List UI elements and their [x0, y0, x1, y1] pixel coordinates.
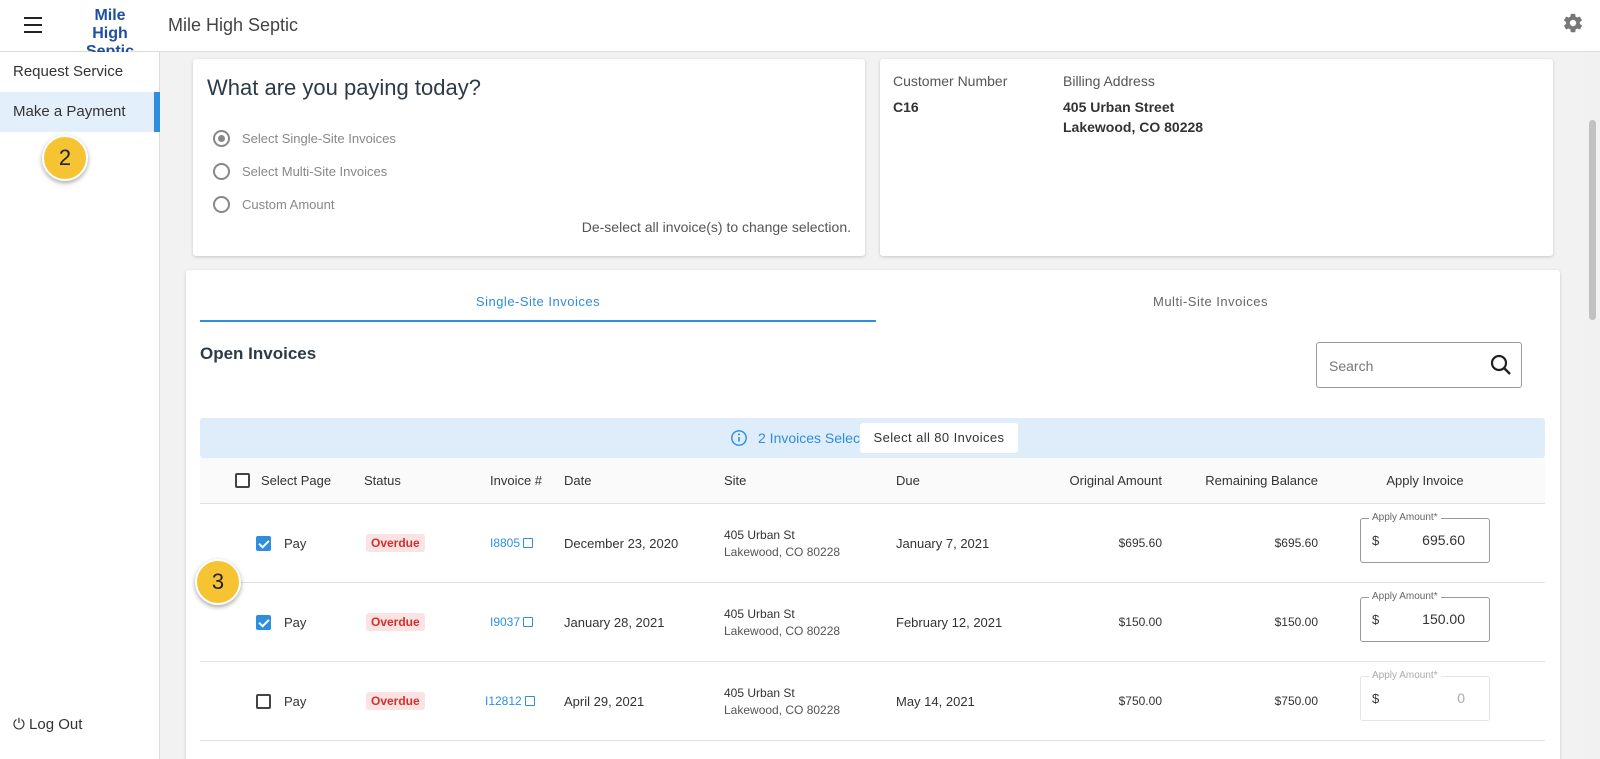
invoice-link[interactable]: I12812 — [485, 694, 535, 708]
invoice-site: 405 Urban St Lakewood, CO 80228 — [724, 528, 841, 559]
column-original-amount: Original Amount — [1069, 473, 1163, 488]
remaining-balance: $695.60 — [1274, 536, 1318, 550]
table-header: Select Page Status Invoice # Date Site D… — [200, 458, 1545, 504]
pay-label: Pay — [284, 615, 307, 630]
column-apply-invoice: Apply Invoice — [1386, 473, 1464, 488]
tab-multi-site-invoices[interactable]: Multi-Site Invoices — [876, 290, 1545, 322]
pay-label: Pay — [284, 536, 307, 551]
info-icon — [731, 430, 747, 446]
remaining-balance: $150.00 — [1274, 615, 1318, 629]
payment-question-title: What are you paying today? — [207, 75, 481, 100]
apply-amount-input[interactable]: Apply Amount* $ 695.60 — [1360, 512, 1490, 563]
external-link-icon — [524, 696, 535, 706]
selection-info: 2 Invoices Selected — [730, 429, 879, 447]
status-badge: Overdue — [366, 613, 425, 631]
invoice-due: May 14, 2021 — [896, 694, 975, 709]
remaining-balance: $750.00 — [1274, 694, 1318, 708]
logout-label: Log Out — [29, 716, 83, 733]
apply-amount-input[interactable]: Apply Amount* $ 150.00 — [1360, 591, 1490, 642]
top-bar: Mile High Septic Mile High Septic — [0, 0, 1600, 60]
select-all-invoices-button[interactable]: Select all 80 Invoices — [860, 423, 1018, 453]
table-row: Pay Overdue I9037 January 28, 2021 405 U… — [200, 584, 1545, 662]
status-badge: Overdue — [366, 692, 425, 710]
table-row: Pay Overdue I8805 December 23, 2020 405 … — [200, 505, 1545, 583]
billing-address: 405 Urban Street Lakewood, CO 80228 — [1063, 99, 1204, 135]
app-title: Mile High Septic — [168, 15, 299, 35]
search-input[interactable]: Search — [1316, 342, 1522, 388]
logout-link[interactable]: ⏻ Log Out — [13, 716, 82, 733]
payment-type-card: What are you paying today? Select Single… — [193, 59, 865, 256]
column-status: Status — [364, 473, 401, 488]
radio-button-icon — [213, 196, 230, 214]
pay-checkbox[interactable] — [256, 615, 271, 630]
tab-single-site-invoices[interactable]: Single-Site Invoices — [200, 290, 876, 322]
customer-number-label: Customer Number — [893, 73, 1008, 89]
column-site: Site — [724, 473, 747, 488]
gear-icon[interactable] — [1562, 12, 1584, 34]
invoice-due: February 12, 2021 — [896, 615, 1003, 630]
sidebar-item-request-service[interactable]: Request Service — [0, 52, 160, 92]
original-amount: $150.00 — [1118, 615, 1162, 629]
status-badge: Overdue — [366, 534, 425, 552]
apply-amount-input[interactable]: Apply Amount* $ 0 — [1360, 670, 1490, 721]
customer-info-card: Customer Number C16 Billing Address 405 … — [880, 59, 1553, 256]
search-placeholder: Search — [1329, 358, 1374, 374]
power-icon: ⏻ — [13, 716, 25, 733]
billing-address-label: Billing Address — [1063, 73, 1155, 89]
radio-single-site[interactable]: Select Single-Site Invoices — [213, 128, 396, 150]
column-date: Date — [564, 473, 592, 488]
invoice-date: January 28, 2021 — [564, 615, 665, 630]
column-due: Due — [896, 473, 920, 488]
page-scrollbar[interactable] — [1585, 52, 1600, 759]
scrollbar-thumb[interactable] — [1589, 120, 1596, 320]
external-link-icon — [523, 617, 534, 627]
radio-button-icon — [213, 163, 230, 181]
invoice-site: 405 Urban St Lakewood, CO 80228 — [724, 686, 841, 717]
radio-custom-amount[interactable]: Custom Amount — [213, 194, 335, 216]
invoice-due: January 7, 2021 — [896, 536, 990, 551]
pay-checkbox[interactable] — [256, 694, 271, 709]
step-badge-2: 2 — [42, 135, 88, 181]
invoice-link[interactable]: I9037 — [490, 615, 534, 629]
customer-number: C16 — [893, 99, 919, 115]
select-page-checkbox[interactable] — [235, 473, 250, 488]
invoices-card: Single-Site Invoices Multi-Site Invoices… — [186, 270, 1560, 759]
invoice-date: April 29, 2021 — [564, 694, 645, 709]
external-link-icon — [523, 538, 534, 548]
step-badge-3: 3 — [195, 559, 241, 605]
hamburger-menu-icon[interactable] — [24, 17, 42, 33]
open-invoices-title: Open Invoices — [200, 344, 317, 363]
column-invoice: Invoice # — [490, 473, 543, 488]
sidebar-item-make-a-payment[interactable]: Make a Payment — [0, 92, 160, 132]
selection-banner: 2 Invoices Selected Select all 80 Invoic… — [200, 418, 1545, 458]
invoice-date: December 23, 2020 — [564, 536, 679, 551]
original-amount: $750.00 — [1118, 694, 1162, 708]
radio-multi-site[interactable]: Select Multi-Site Invoices — [213, 161, 387, 183]
search-icon[interactable] — [1489, 353, 1513, 377]
deselect-hint: De-select all invoice(s) to change selec… — [581, 219, 851, 235]
column-remaining-balance: Remaining Balance — [1205, 473, 1318, 488]
pay-label: Pay — [284, 694, 307, 709]
table-row: Pay Overdue I12812 April 29, 2021 405 Ur… — [200, 663, 1545, 741]
radio-button-icon — [213, 130, 230, 148]
pay-checkbox[interactable] — [256, 536, 271, 551]
invoice-site: 405 Urban St Lakewood, CO 80228 — [724, 607, 841, 638]
column-select-page: Select Page — [261, 473, 332, 488]
company-logo: Mile High Septic — [86, 7, 134, 60]
original-amount: $695.60 — [1118, 536, 1162, 550]
invoice-link[interactable]: I8805 — [490, 536, 534, 550]
